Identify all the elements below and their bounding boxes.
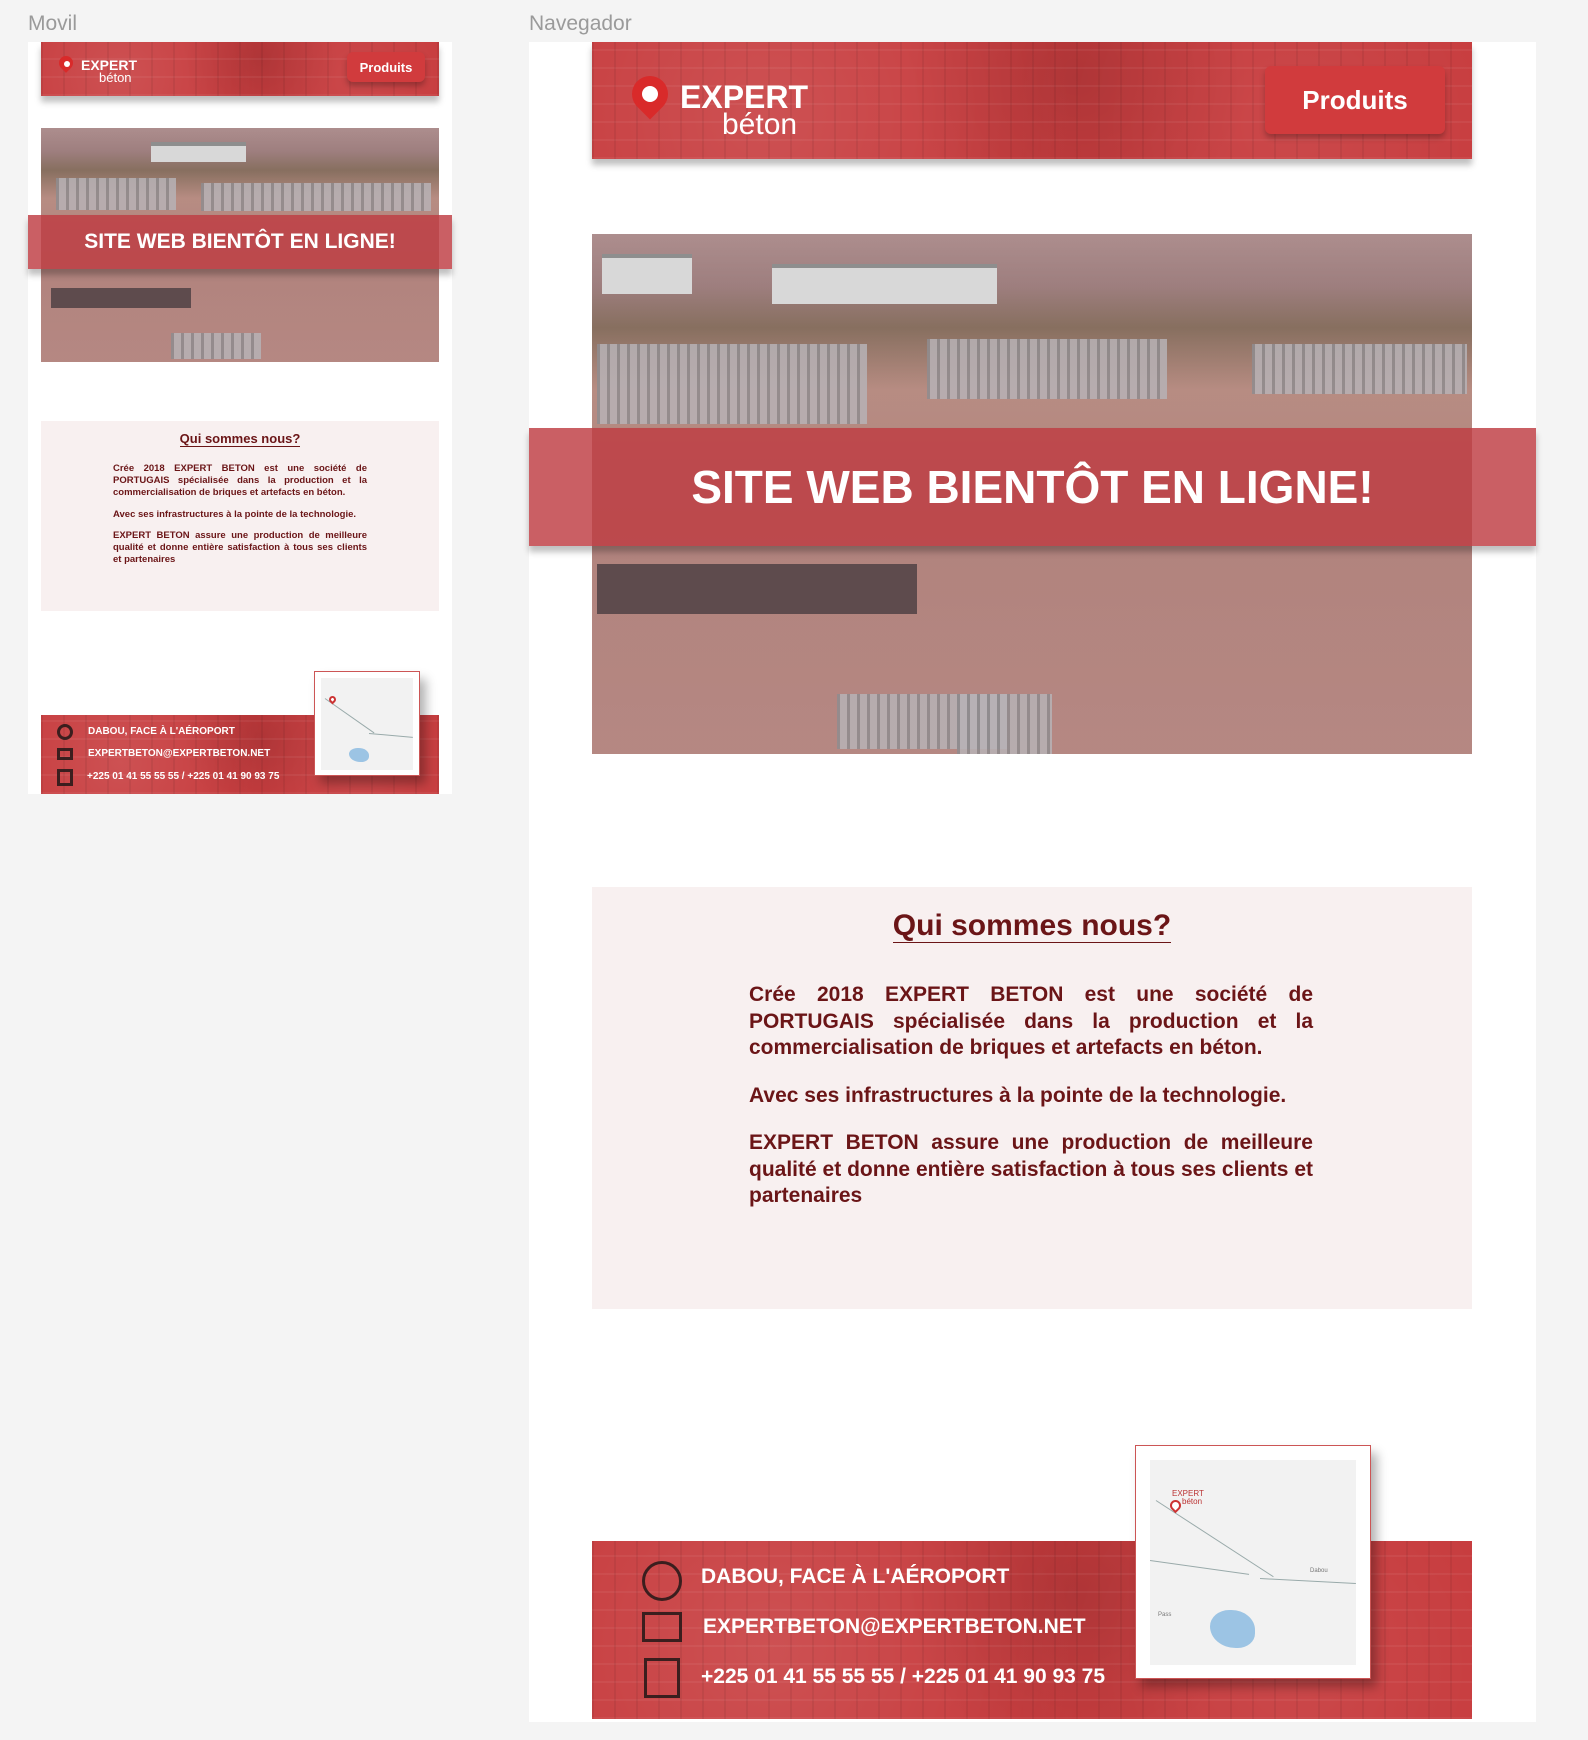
desktop-hero-banner: SITE WEB BIENTÔT EN LIGNE! (529, 428, 1536, 546)
desktop-map[interactable]: EXPERT béton Dabou Pass (1135, 1445, 1371, 1679)
hero-warehouse (602, 254, 692, 294)
about-paragraph: EXPERT BETON assure une production de me… (113, 530, 367, 565)
desktop-artboard: EXPERT béton Produits SITE WEB BIENTÔT E… (529, 42, 1536, 1722)
hero-warehouse (772, 264, 997, 304)
hero-blocks (56, 178, 176, 210)
map-brand-2: béton (1182, 1497, 1203, 1506)
contact-email[interactable]: EXPERTBETON@EXPERTBETON.NET (88, 748, 270, 759)
mobile-artboard: EXPERT béton Produits SITE WEB BIENTÔT E… (28, 42, 452, 794)
about-paragraph: EXPERT BETON assure une production de me… (749, 1131, 1313, 1207)
map-lake (349, 748, 369, 762)
about-title: Qui sommes nous? (179, 431, 301, 447)
hero-warehouse (151, 142, 246, 162)
desktop-frame-label: Navegador (529, 12, 632, 35)
contact-phones[interactable]: +225 01 41 55 55 55 / +225 01 41 90 93 7… (701, 1665, 1105, 1689)
about-text: Crée 2018 EXPERT BETON est une société d… (113, 463, 367, 576)
hero-blocks (597, 344, 867, 424)
phone-icon (57, 769, 73, 786)
products-button[interactable]: Produits (1265, 66, 1445, 134)
logo-word-beton: béton (99, 70, 132, 85)
contact-address: DABOU, FACE À L'AÉROPORT (701, 1565, 1010, 1588)
mobile-hero-banner: SITE WEB BIENTÔT EN LIGNE! (28, 215, 452, 269)
contact-address: DABOU, FACE À L'AÉROPORT (88, 726, 235, 737)
logo-dot (642, 86, 658, 102)
desktop-header: EXPERT béton Produits (592, 42, 1472, 159)
map-town-label: Dabou (1310, 1568, 1328, 1574)
phone-icon (644, 1658, 680, 1698)
map-lake (1210, 1610, 1255, 1648)
mobile-map[interactable] (314, 671, 420, 776)
mobile-header: EXPERT béton Produits (41, 42, 439, 96)
about-title: Qui sommes nous? (892, 909, 1172, 943)
about-paragraph: Avec ses infrastructures à la pointe de … (113, 508, 357, 520)
mail-icon (642, 1612, 682, 1642)
hero-truck (597, 564, 917, 614)
location-icon (57, 724, 73, 740)
about-paragraph: Crée 2018 EXPERT BETON est une société d… (749, 983, 1313, 1059)
hero-blocks (927, 339, 1167, 399)
mail-icon (57, 748, 73, 760)
map-pin-icon (1167, 1497, 1184, 1514)
logo-dot (64, 61, 70, 67)
map-area: EXPERT béton Dabou Pass (1150, 1460, 1356, 1665)
hero-truck (51, 288, 191, 308)
contact-phones[interactable]: +225 01 41 55 55 55 / +225 01 41 90 93 7… (87, 771, 279, 782)
mobile-frame-label: Movil (28, 12, 78, 35)
logo-word-beton: béton (722, 108, 798, 141)
location-icon (642, 1561, 682, 1601)
mobile-logo[interactable]: EXPERT béton (56, 50, 159, 90)
desktop-logo[interactable]: EXPERT béton (624, 64, 862, 144)
desktop-about-section: Qui sommes nous? Crée 2018 EXPERT BETON … (592, 887, 1472, 1309)
hero-blocks (201, 183, 431, 211)
map-area (321, 678, 413, 770)
about-text: Crée 2018 EXPERT BETON est une société d… (749, 982, 1313, 1231)
contact-email[interactable]: EXPERTBETON@EXPERTBETON.NET (703, 1615, 1086, 1639)
hero-blocks (1252, 344, 1467, 394)
map-pin-icon (327, 694, 338, 705)
map-road (1259, 1578, 1356, 1585)
hero-blocks (171, 333, 261, 359)
map-road (368, 733, 413, 738)
hero-blocks (957, 694, 1052, 754)
map-place-label: Pass (1158, 1612, 1172, 1618)
products-button[interactable]: Produits (347, 52, 425, 82)
map-road (1150, 1560, 1250, 1575)
about-paragraph: Avec ses infrastructures à la pointe de … (749, 1083, 1287, 1107)
about-paragraph: Crée 2018 EXPERT BETON est une société d… (113, 463, 367, 498)
mobile-about-section: Qui sommes nous? Crée 2018 EXPERT BETON … (41, 421, 439, 611)
